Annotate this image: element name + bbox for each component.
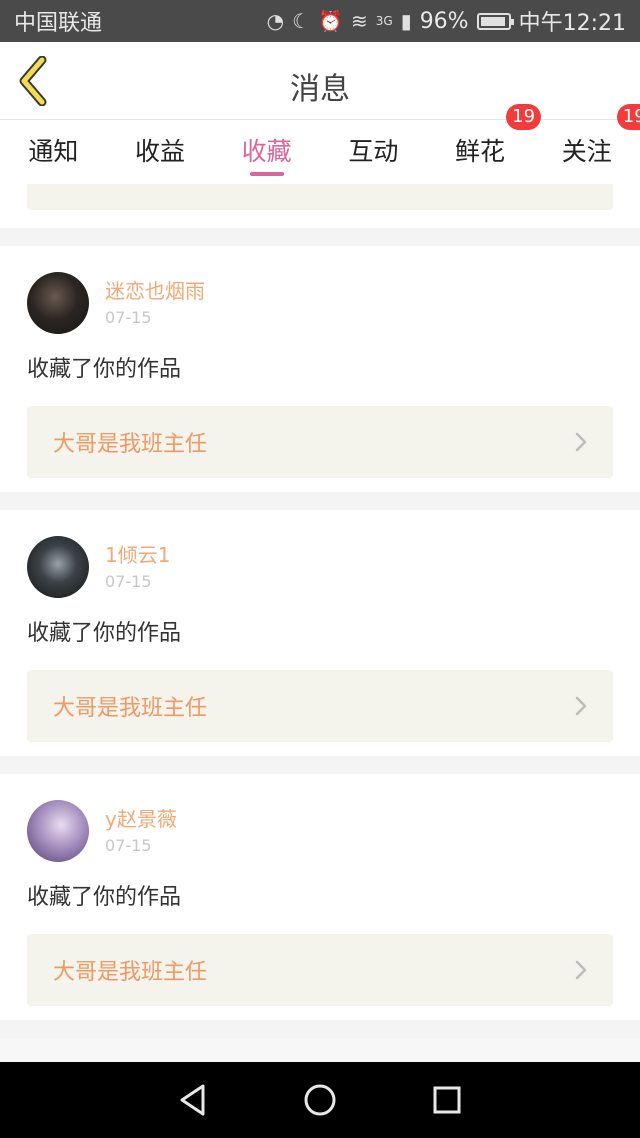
favorites-list: 迷恋也烟雨 07-15 收藏了你的作品 大哥是我班主任 1倾云1 07-15 收… xyxy=(0,184,640,1062)
action-text: 收藏了你的作品 xyxy=(27,357,182,382)
cell-signal-icon: ▮ xyxy=(400,9,412,33)
tab-notifications[interactable]: 通知 xyxy=(0,120,107,184)
username[interactable]: y赵景薇 xyxy=(105,805,177,833)
work-title: 大哥是我班主任 xyxy=(53,432,208,457)
chevron-right-icon xyxy=(575,960,587,980)
tab-label: 收益 xyxy=(135,137,186,166)
work-title: 大哥是我班主任 xyxy=(53,696,208,721)
list-item: y赵景薇 07-15 收藏了你的作品 大哥是我班主任 xyxy=(0,774,640,1020)
tab-label: 互动 xyxy=(348,137,399,166)
tab-favorites[interactable]: 收藏 xyxy=(213,120,320,184)
alarm-icon: ⏰ xyxy=(318,9,343,33)
list-item: 1倾云1 07-15 收藏了你的作品 大哥是我班主任 xyxy=(0,510,640,756)
chevron-right-icon xyxy=(575,696,587,716)
nav-back-button[interactable] xyxy=(173,1080,213,1120)
tab-label: 收藏 xyxy=(241,137,292,166)
unread-badge: 19 xyxy=(616,104,640,130)
active-tab-indicator xyxy=(249,172,284,176)
username[interactable]: 1倾云1 xyxy=(105,541,170,569)
timestamp: 07-15 xyxy=(105,308,152,327)
network-type-label: 3G xyxy=(375,14,393,28)
tab-interactions[interactable]: 互动 xyxy=(320,120,427,184)
work-link[interactable]: 大哥是我班主任 xyxy=(27,670,613,742)
tab-label: 关注 xyxy=(561,137,612,166)
tab-label: 通知 xyxy=(28,137,79,166)
work-link-partial[interactable] xyxy=(27,184,613,210)
list-item-partial xyxy=(0,184,640,228)
nav-home-button[interactable] xyxy=(300,1080,340,1120)
work-link[interactable]: 大哥是我班主任 xyxy=(27,406,613,478)
battery-percent: 96% xyxy=(419,8,469,34)
timestamp: 07-15 xyxy=(105,836,152,855)
avatar[interactable] xyxy=(27,272,89,334)
status-bar: 中国联通 ◔ ☾ ⏰ ≋ 3G ▮ 96% 中午12:21 xyxy=(0,0,640,42)
avatar[interactable] xyxy=(27,536,89,598)
signal-icon: ◔ xyxy=(266,9,285,33)
work-link[interactable]: 大哥是我班主任 xyxy=(27,934,613,1006)
tab-bar: 通知 收益 收藏 互动 鲜花 19 关注 19 xyxy=(0,104,640,184)
page-title: 消息 xyxy=(290,72,350,107)
username[interactable]: 迷恋也烟雨 xyxy=(105,277,205,305)
avatar[interactable] xyxy=(27,800,89,862)
carrier-label: 中国联通 xyxy=(14,11,103,36)
chevron-right-icon xyxy=(575,432,587,452)
timestamp: 07-15 xyxy=(105,572,152,591)
wifi-icon: ≋ xyxy=(350,9,368,33)
clock: 中午12:21 xyxy=(518,11,626,36)
action-text: 收藏了你的作品 xyxy=(27,885,182,910)
moon-icon: ☾ xyxy=(292,9,311,33)
tab-label: 鲜花 xyxy=(455,137,506,166)
triangle-back-icon xyxy=(180,1084,205,1116)
action-text: 收藏了你的作品 xyxy=(27,621,182,646)
battery-icon xyxy=(476,12,514,30)
nav-recents-button[interactable] xyxy=(427,1080,467,1120)
square-recents-icon xyxy=(433,1086,461,1114)
tab-earnings[interactable]: 收益 xyxy=(107,120,214,184)
tab-flowers[interactable]: 鲜花 19 xyxy=(427,104,542,184)
system-nav-bar xyxy=(0,1062,640,1138)
app-header: 消息 xyxy=(0,42,640,120)
work-title: 大哥是我班主任 xyxy=(53,960,208,985)
circle-home-icon xyxy=(304,1084,336,1116)
tab-follows[interactable]: 关注 19 xyxy=(533,104,640,184)
list-item: 迷恋也烟雨 07-15 收藏了你的作品 大哥是我班主任 xyxy=(0,246,640,492)
